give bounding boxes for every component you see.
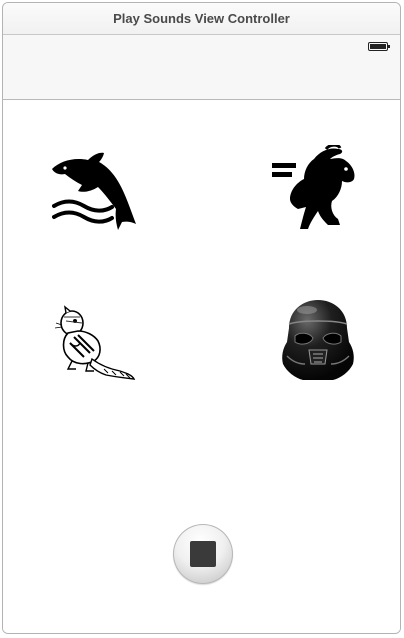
rabbit-icon	[272, 145, 355, 229]
stop-icon	[190, 541, 216, 567]
dolphin-icon	[52, 152, 136, 230]
darth-vader-sound-button[interactable]	[270, 295, 366, 385]
stormtrooper-helmet-icon	[282, 300, 354, 380]
chipmunk-icon	[54, 305, 136, 380]
navigation-bar	[3, 35, 400, 100]
scene-container: Play Sounds View Controller	[2, 2, 401, 634]
main-view	[3, 100, 400, 633]
slow-sound-button[interactable]	[46, 147, 142, 237]
battery-icon	[368, 42, 390, 51]
fast-sound-button[interactable]	[266, 143, 362, 233]
chipmunk-sound-button[interactable]	[46, 295, 142, 385]
scene-title: Play Sounds View Controller	[3, 3, 400, 35]
stop-button[interactable]	[173, 524, 233, 584]
